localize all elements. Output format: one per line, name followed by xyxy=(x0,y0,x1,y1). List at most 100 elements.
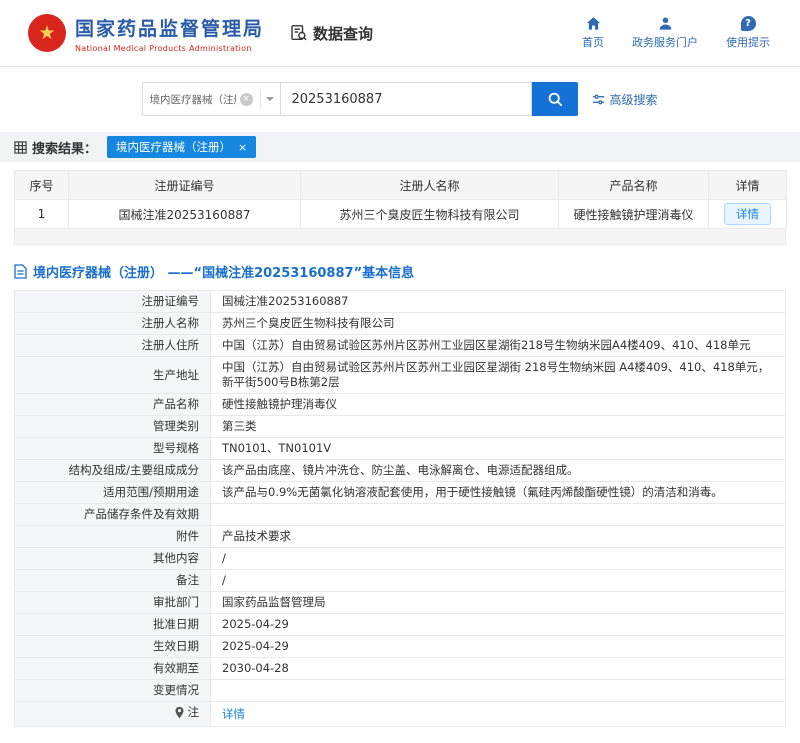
col-header-detail: 详情 xyxy=(709,171,787,200)
detail-label: 其他内容 xyxy=(15,548,211,570)
detail-label: 有效期至 xyxy=(15,658,211,680)
detail-row: 注册人住所 中国（江苏）自由贸易试验区苏州片区苏州工业园区星湖街218号生物纳米… xyxy=(15,335,786,357)
detail-value xyxy=(211,680,786,702)
detail-value: 产品技术要求 xyxy=(211,526,786,548)
detail-label: 生产地址 xyxy=(15,357,211,394)
nav-help[interactable]: ? 使用提示 xyxy=(726,16,770,50)
clear-category-icon[interactable]: × xyxy=(240,93,253,106)
detail-row: 产品储存条件及有效期 xyxy=(15,504,786,526)
col-header-regno: 注册证编号 xyxy=(69,171,301,200)
detail-title-text: 境内医疗器械（注册） ——“国械注准20253160887”基本信息 xyxy=(33,262,414,281)
detail-label: 注册证编号 xyxy=(15,291,211,313)
detail-label: 型号规格 xyxy=(15,438,211,460)
cell-detail: 详情 xyxy=(709,200,787,229)
detail-value: 2030-04-28 xyxy=(211,658,786,680)
cell-regno: 国械注准20253160887 xyxy=(69,200,301,229)
grid-icon xyxy=(14,141,27,154)
detail-label: 产品名称 xyxy=(15,394,211,416)
detail-value: / xyxy=(211,548,786,570)
chevron-down-icon xyxy=(266,97,274,105)
detail-row: 型号规格 TN0101、TN0101V xyxy=(15,438,786,460)
detail-row: 变更情况 xyxy=(15,680,786,702)
detail-value: 国械注准20253160887 xyxy=(211,291,786,313)
detail-row: 其他内容 / xyxy=(15,548,786,570)
advanced-filter-icon xyxy=(592,93,605,106)
nav-home[interactable]: 首页 xyxy=(582,16,604,50)
detail-row: 审批部门 国家药品监督管理局 xyxy=(15,592,786,614)
detail-value: 苏州三个臭皮匠生物科技有限公司 xyxy=(211,313,786,335)
data-query-title: 数据查询 xyxy=(290,23,373,44)
document-icon xyxy=(14,264,27,279)
detail-label: 审批部门 xyxy=(15,592,211,614)
detail-label: 变更情况 xyxy=(15,680,211,702)
detail-value: 该产品由底座、镜片冲洗仓、防尘盖、电泳解离仓、电源适配器组成。 xyxy=(211,460,786,482)
advanced-search-link[interactable]: 高级搜索 xyxy=(592,91,657,108)
home-icon xyxy=(586,16,601,31)
results-bar: 搜索结果： 境内医疗器械（注册） × xyxy=(0,132,800,162)
detail-label: 批准日期 xyxy=(15,614,211,636)
result-filter-tag-label: 境内医疗器械（注册） xyxy=(116,139,231,155)
detail-section: 境内医疗器械（注册） ——“国械注准20253160887”基本信息 注册证编号… xyxy=(14,258,786,743)
help-icon: ? xyxy=(741,16,756,31)
results-table-footer xyxy=(14,229,786,245)
search-category-value: 境内医疗器械（注册） xyxy=(149,92,235,107)
search-category-select[interactable]: 境内医疗器械（注册） × xyxy=(142,82,280,116)
nav-portal[interactable]: 政务服务门户 xyxy=(632,16,698,50)
detail-row: 生产地址 中国（江苏）自由贸易试验区苏州片区苏州工业园区星湖街 218号生物纳米… xyxy=(15,357,786,394)
detail-label: 备注 xyxy=(15,570,211,592)
detail-row: 适用范围/预期用途 该产品与0.9%无菌氯化钠溶液配套使用，用于硬性接触镜（氟硅… xyxy=(15,482,786,504)
detail-value: TN0101、TN0101V xyxy=(211,438,786,460)
agency-name: 国家药品监督管理局 xyxy=(75,14,264,41)
col-header-index: 序号 xyxy=(15,171,69,200)
col-header-product: 产品名称 xyxy=(559,171,709,200)
results-label: 搜索结果： xyxy=(14,138,97,157)
results-label-text: 搜索结果： xyxy=(32,138,97,157)
nav-help-label: 使用提示 xyxy=(726,34,770,50)
table-row: 1 国械注准20253160887 苏州三个臭皮匠生物科技有限公司 硬性接触镜护… xyxy=(15,200,787,229)
col-header-registrant: 注册人名称 xyxy=(301,171,559,200)
nav-home-label: 首页 xyxy=(582,34,604,50)
search-icon xyxy=(547,91,564,108)
detail-label: 产品储存条件及有效期 xyxy=(15,504,211,526)
detail-row: 注册证编号 国械注准20253160887 xyxy=(15,291,786,313)
search-button[interactable] xyxy=(532,82,578,116)
cell-registrant: 苏州三个臭皮匠生物科技有限公司 xyxy=(301,200,559,229)
search-group: 境内医疗器械（注册） × xyxy=(142,82,578,116)
detail-value: 中国（江苏）自由贸易试验区苏州片区苏州工业园区星湖街 218号生物纳米园 A4楼… xyxy=(211,357,786,394)
result-filter-tag[interactable]: 境内医疗器械（注册） × xyxy=(107,136,256,158)
detail-button[interactable]: 详情 xyxy=(724,203,771,225)
tag-close-icon[interactable]: × xyxy=(238,142,247,153)
header: ★ 国家药品监督管理局 National Medical Products Ad… xyxy=(0,0,800,67)
detail-row: 注 详情 xyxy=(15,702,786,727)
detail-note-value-cell: 详情 xyxy=(211,702,786,727)
detail-row: 管理类别 第三类 xyxy=(15,416,786,438)
search-input[interactable] xyxy=(280,82,532,116)
detail-value: 2025-04-29 xyxy=(211,636,786,658)
note-detail-link[interactable]: 详情 xyxy=(222,707,245,721)
detail-label: 注册人住所 xyxy=(15,335,211,357)
detail-section-title: 境内医疗器械（注册） ——“国械注准20253160887”基本信息 xyxy=(14,258,786,290)
detail-row: 产品名称 硬性接触镜护理消毒仪 xyxy=(15,394,786,416)
detail-value: 硬性接触镜护理消毒仪 xyxy=(211,394,786,416)
detail-value: 第三类 xyxy=(211,416,786,438)
detail-note-label-cell: 注 xyxy=(15,702,211,727)
search-section: 境内医疗器械（注册） × 高级搜索 xyxy=(0,67,800,132)
detail-value: 2025-04-29 xyxy=(211,614,786,636)
detail-label: 结构及组成/主要组成成分 xyxy=(15,460,211,482)
user-icon xyxy=(658,16,673,31)
detail-value: 国家药品监督管理局 xyxy=(211,592,786,614)
results-table: 序号 注册证编号 注册人名称 产品名称 详情 1 国械注准20253160887… xyxy=(14,170,787,229)
detail-row: 备注 / xyxy=(15,570,786,592)
detail-row: 批准日期 2025-04-29 xyxy=(15,614,786,636)
results-table-wrap: 序号 注册证编号 注册人名称 产品名称 详情 1 国械注准20253160887… xyxy=(14,170,786,245)
detail-label: 生效日期 xyxy=(15,636,211,658)
national-emblem-logo: ★ xyxy=(28,14,66,52)
detail-value: 该产品与0.9%无菌氯化钠溶液配套使用，用于硬性接触镜（氟硅丙烯酸酯硬性镜）的清… xyxy=(211,482,786,504)
nav-portal-label: 政务服务门户 xyxy=(632,34,698,50)
detail-value: 中国（江苏）自由贸易试验区苏州片区苏州工业园区星湖街218号生物纳米园A4楼40… xyxy=(211,335,786,357)
agency-name-en: National Medical Products Administration xyxy=(75,44,264,53)
detail-table: 注册证编号 国械注准20253160887 注册人名称 苏州三个臭皮匠生物科技有… xyxy=(14,290,786,727)
detail-row: 附件 产品技术要求 xyxy=(15,526,786,548)
data-query-label: 数据查询 xyxy=(313,23,373,44)
results-header-row: 序号 注册证编号 注册人名称 产品名称 详情 xyxy=(15,171,787,200)
